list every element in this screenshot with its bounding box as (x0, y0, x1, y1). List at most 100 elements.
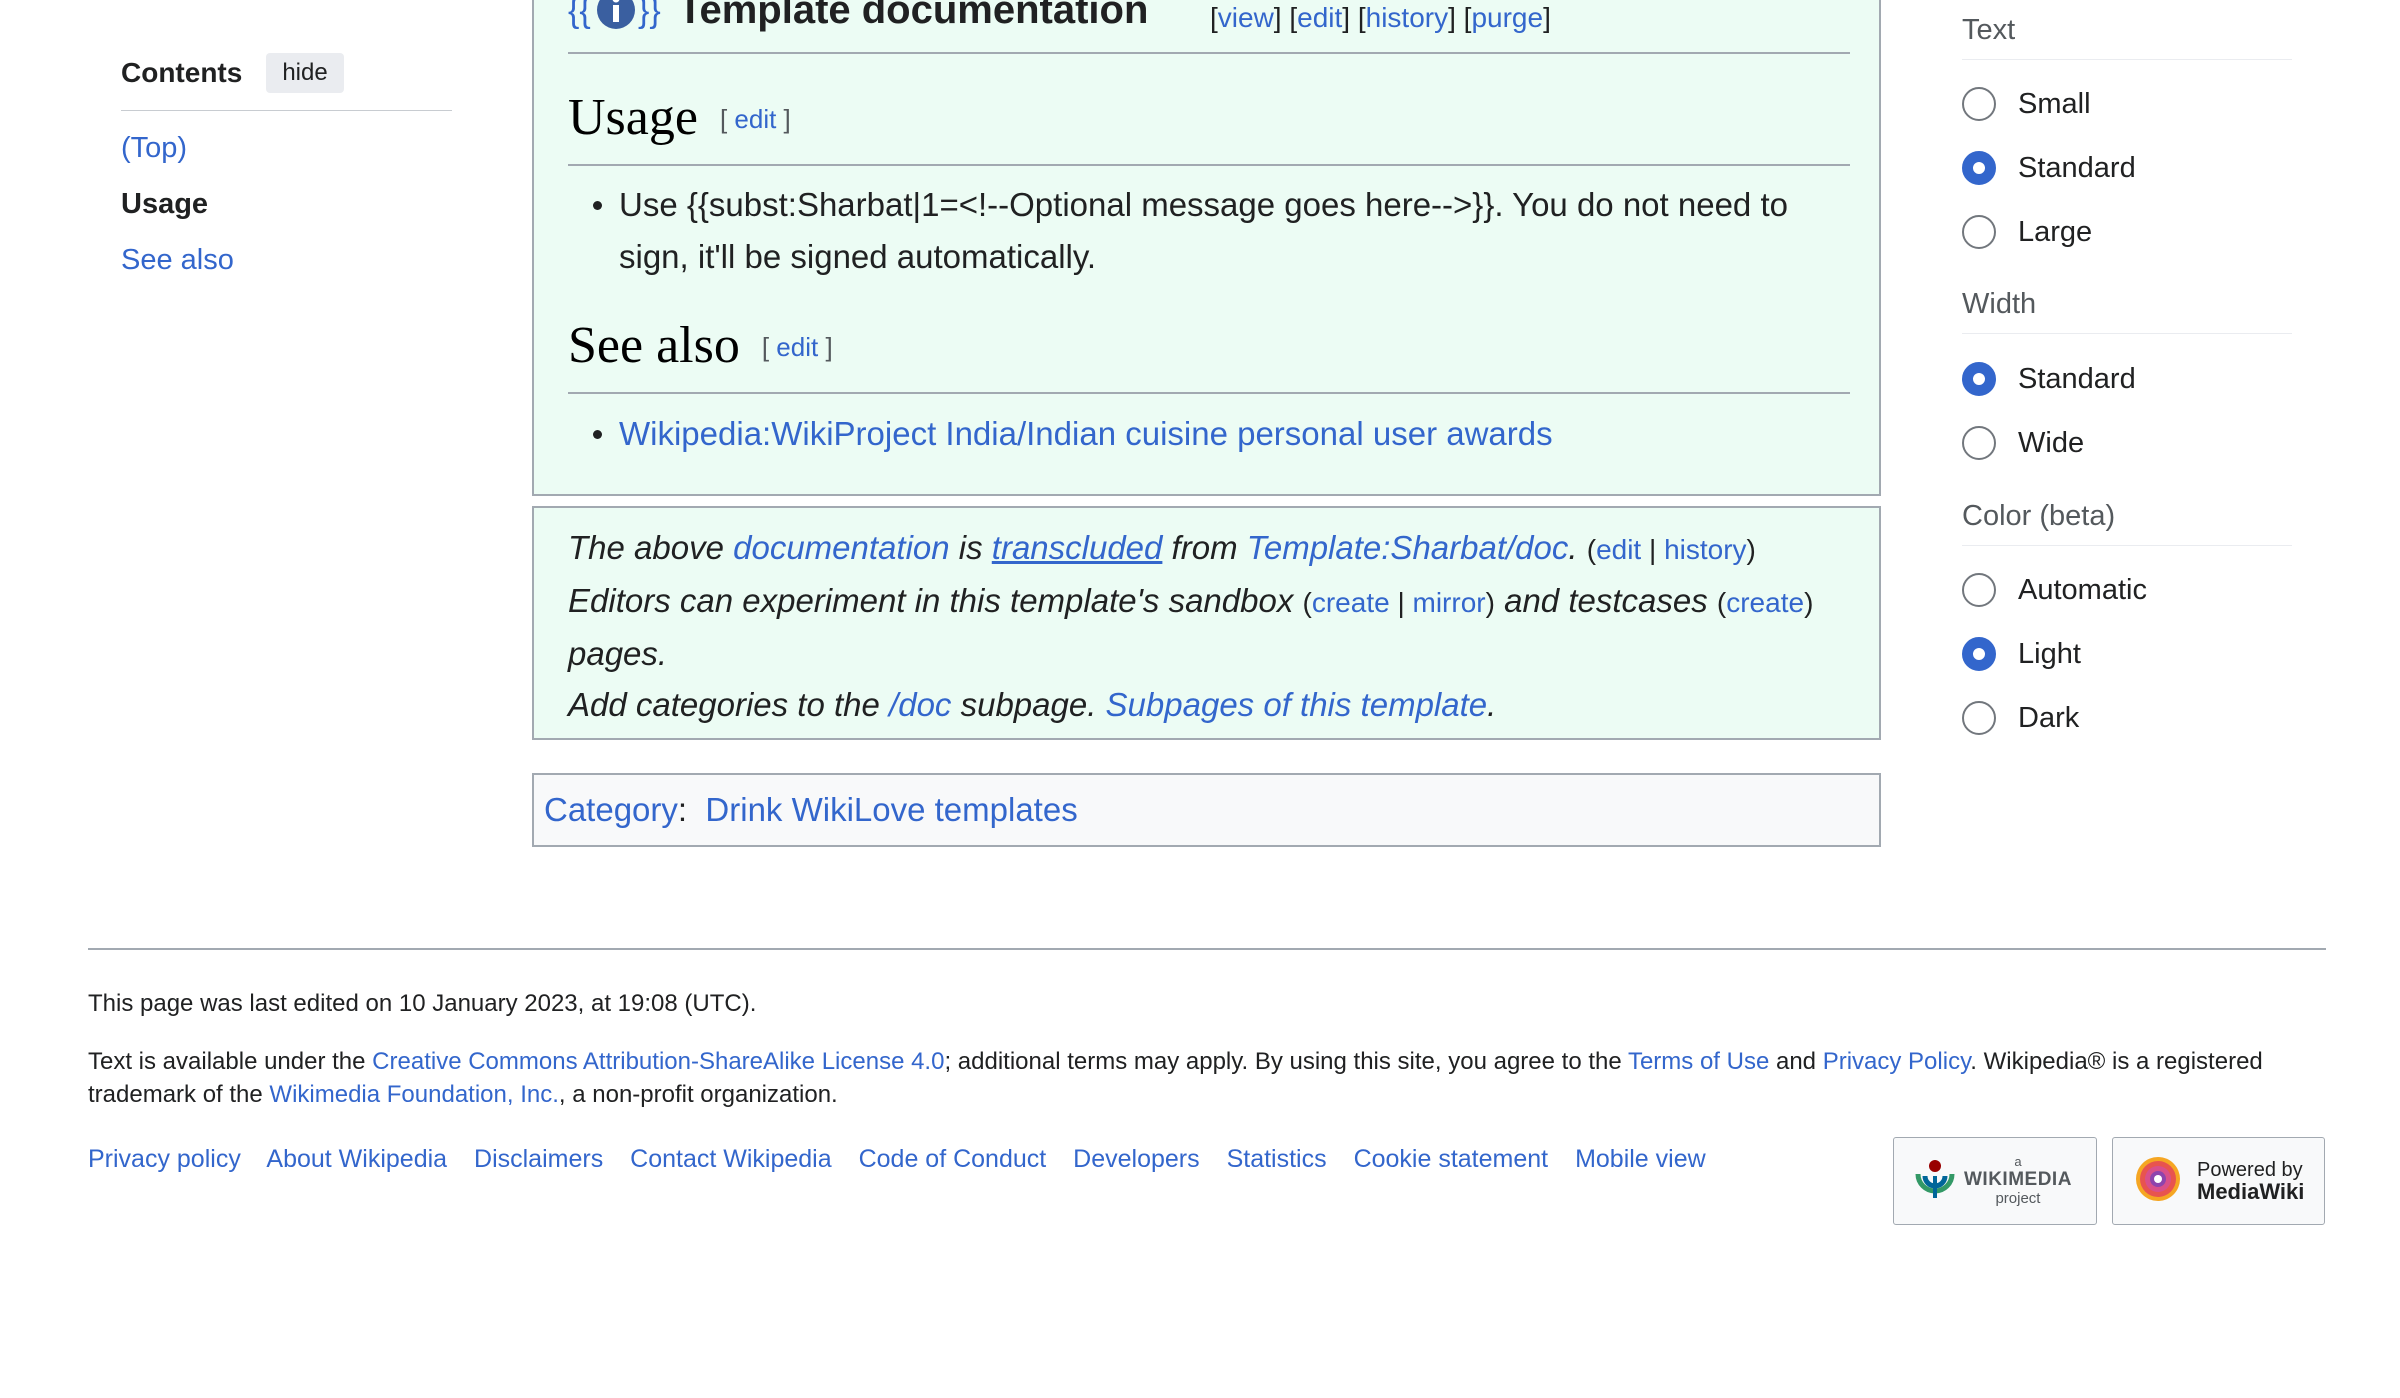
cc-license-link[interactable]: Creative Commons Attribution-ShareAlike … (372, 1048, 944, 1075)
doc-purge-link[interactable]: purge (1471, 2, 1543, 33)
sandbox-create-link[interactable]: create (1312, 587, 1390, 618)
color-heading: Color (beta) (1962, 500, 2292, 546)
radio-selected-icon[interactable] (1962, 637, 1996, 671)
option-label: Standard (2018, 362, 2136, 395)
wikimedia-foundation-link[interactable]: Wikimedia Foundation, Inc. (269, 1081, 558, 1108)
doc-edit-link[interactable]: edit (1297, 2, 1342, 33)
usage-heading: Usage [ edit ] (568, 88, 1850, 166)
notice-text-3: from (1162, 529, 1247, 566)
radio-selected-icon[interactable] (1962, 362, 1996, 396)
width-wide-option[interactable]: Wide (1962, 426, 2084, 460)
mediawiki-badge-line2: MediaWiki (2197, 1179, 2305, 1204)
powered-by-mediawiki-badge[interactable]: Powered by MediaWiki (2112, 1137, 2325, 1225)
text-size-heading: Text (1962, 14, 2292, 60)
usage-text: Use {{subst:Sharbat|1=<!--Optional messa… (593, 179, 1854, 283)
category-item-link[interactable]: Drink WikiLove templates (705, 791, 1077, 828)
text-size-large-option[interactable]: Large (1962, 215, 2092, 249)
notice-text-4: . (1568, 529, 1587, 566)
last-edited-text: This page was last edited on 10 January … (88, 990, 757, 1017)
mediawiki-badge-text: Powered by MediaWiki (2197, 1159, 2304, 1203)
wikimedia-badge-main: WIKIMEDIA (1964, 1169, 2072, 1190)
doc-view-link[interactable]: view (1218, 2, 1274, 33)
info-icon: {{ }} (568, 0, 664, 30)
footer-mobile-view-link[interactable]: Mobile view (1575, 1145, 1706, 1173)
color-light-option[interactable]: Light (1962, 637, 2081, 671)
toc-hide-button[interactable]: hide (266, 53, 344, 93)
testcases-create-link[interactable]: create (1726, 587, 1804, 618)
doc-subpage-link[interactable]: /doc (889, 686, 951, 723)
footer-links: Privacy policy About Wikipedia Disclaime… (88, 1145, 1706, 1174)
table-of-contents: Contents hide (Top) Usage See also (121, 50, 452, 276)
toc-item-top[interactable]: (Top) (121, 132, 187, 165)
option-label: Wide (2018, 426, 2085, 459)
width-heading: Width (1962, 288, 2292, 334)
notice-history-link[interactable]: history (1664, 534, 1746, 565)
notice-text-6: and testcases (1494, 582, 1717, 619)
text-size-small-option[interactable]: Small (1962, 87, 2091, 121)
footer-developers-link[interactable]: Developers (1073, 1145, 1199, 1173)
sandbox-mirror-link[interactable]: mirror (1413, 587, 1486, 618)
notice-text-1: The above (568, 529, 734, 566)
radio-selected-icon[interactable] (1962, 151, 1996, 185)
color-automatic-option[interactable]: Automatic (1962, 573, 2147, 607)
documentation-link[interactable]: documentation (733, 529, 949, 566)
license-text: Text is available under the Creative Com… (88, 1045, 2328, 1111)
toc-item-usage[interactable]: Usage (121, 188, 208, 221)
width-standard-option[interactable]: Standard (1962, 362, 2136, 396)
notice-text-10: . (1487, 686, 1497, 723)
terms-of-use-link[interactable]: Terms of Use (1628, 1048, 1769, 1075)
mediawiki-badge-line1: Powered by (2197, 1159, 2303, 1181)
footer-statistics-link[interactable]: Statistics (1227, 1145, 1327, 1173)
see-also-link[interactable]: Wikipedia:WikiProject India/Indian cuisi… (619, 415, 1553, 452)
notice-edit-link[interactable]: edit (1596, 534, 1641, 565)
radio-icon[interactable] (1962, 215, 1996, 249)
footer-disclaimers-link[interactable]: Disclaimers (474, 1145, 603, 1173)
privacy-policy-inline-link[interactable]: Privacy Policy (1823, 1048, 1971, 1075)
wikimedia-logo-icon (1912, 1156, 1958, 1207)
notice-text-5: Editors can experiment in this template'… (568, 582, 1303, 619)
see-also-heading-text: See also (568, 317, 740, 374)
toc-header: Contents hide (121, 50, 452, 111)
doc-page-link[interactable]: Template:Sharbat/doc (1247, 529, 1569, 566)
notice-text-7: pages. (568, 635, 668, 672)
option-label: Small (2018, 87, 2091, 120)
svg-text:}}: }} (638, 0, 661, 30)
wikimedia-badge-text: a WIKIMEDIA project (1964, 1155, 2072, 1207)
option-label: Automatic (2018, 573, 2147, 606)
footer-cookie-statement-link[interactable]: Cookie statement (1354, 1145, 1549, 1173)
notice-text-8: Add categories to the (568, 686, 890, 723)
radio-icon[interactable] (1962, 573, 1996, 607)
footer-contact-link[interactable]: Contact Wikipedia (630, 1145, 831, 1173)
radio-icon[interactable] (1962, 87, 1996, 121)
footer-code-of-conduct-link[interactable]: Code of Conduct (859, 1145, 1047, 1173)
notice-text: The above documentation is transcluded f… (568, 529, 1814, 723)
option-label: Dark (2018, 701, 2080, 734)
radio-icon[interactable] (1962, 426, 1996, 460)
wikimedia-badge-sub: project (1995, 1190, 2041, 1207)
subpages-link[interactable]: Subpages of this template (1106, 686, 1488, 723)
doc-header: {{ }} Template documentation [view] [edi… (568, 0, 1850, 54)
documentation-notice: The above documentation is transcluded f… (532, 506, 1881, 740)
doc-history-link[interactable]: history (1366, 2, 1448, 33)
footer-privacy-policy-link[interactable]: Privacy policy (88, 1145, 241, 1173)
license-text-1: Text is available under the (88, 1048, 373, 1075)
usage-edit-section: [ edit ] (719, 104, 791, 134)
option-label: Large (2018, 215, 2093, 248)
see-also-edit-link[interactable]: edit (776, 332, 818, 362)
color-dark-option[interactable]: Dark (1962, 701, 2079, 735)
option-label: Light (2018, 637, 2081, 670)
category-label-link[interactable]: Category (544, 791, 678, 828)
transcluded-link[interactable]: transcluded (992, 529, 1163, 566)
text-size-standard-option[interactable]: Standard (1962, 151, 2136, 185)
svg-text:{{: {{ (568, 0, 591, 30)
wikimedia-project-badge[interactable]: a WIKIMEDIA project (1893, 1137, 2097, 1225)
footer-about-link[interactable]: About Wikipedia (266, 1145, 447, 1173)
license-text-and: and (1769, 1048, 1823, 1075)
toc-item-see-also[interactable]: See also (121, 244, 234, 277)
wikimedia-badge-small: a (2014, 1154, 2022, 1169)
usage-edit-link[interactable]: edit (734, 104, 776, 134)
doc-action-links: [view] [edit] [history] [purge] (1210, 2, 1551, 33)
license-text-4: , a non-profit organization. (558, 1081, 838, 1108)
radio-icon[interactable] (1962, 701, 1996, 735)
footer-divider (88, 948, 2326, 950)
